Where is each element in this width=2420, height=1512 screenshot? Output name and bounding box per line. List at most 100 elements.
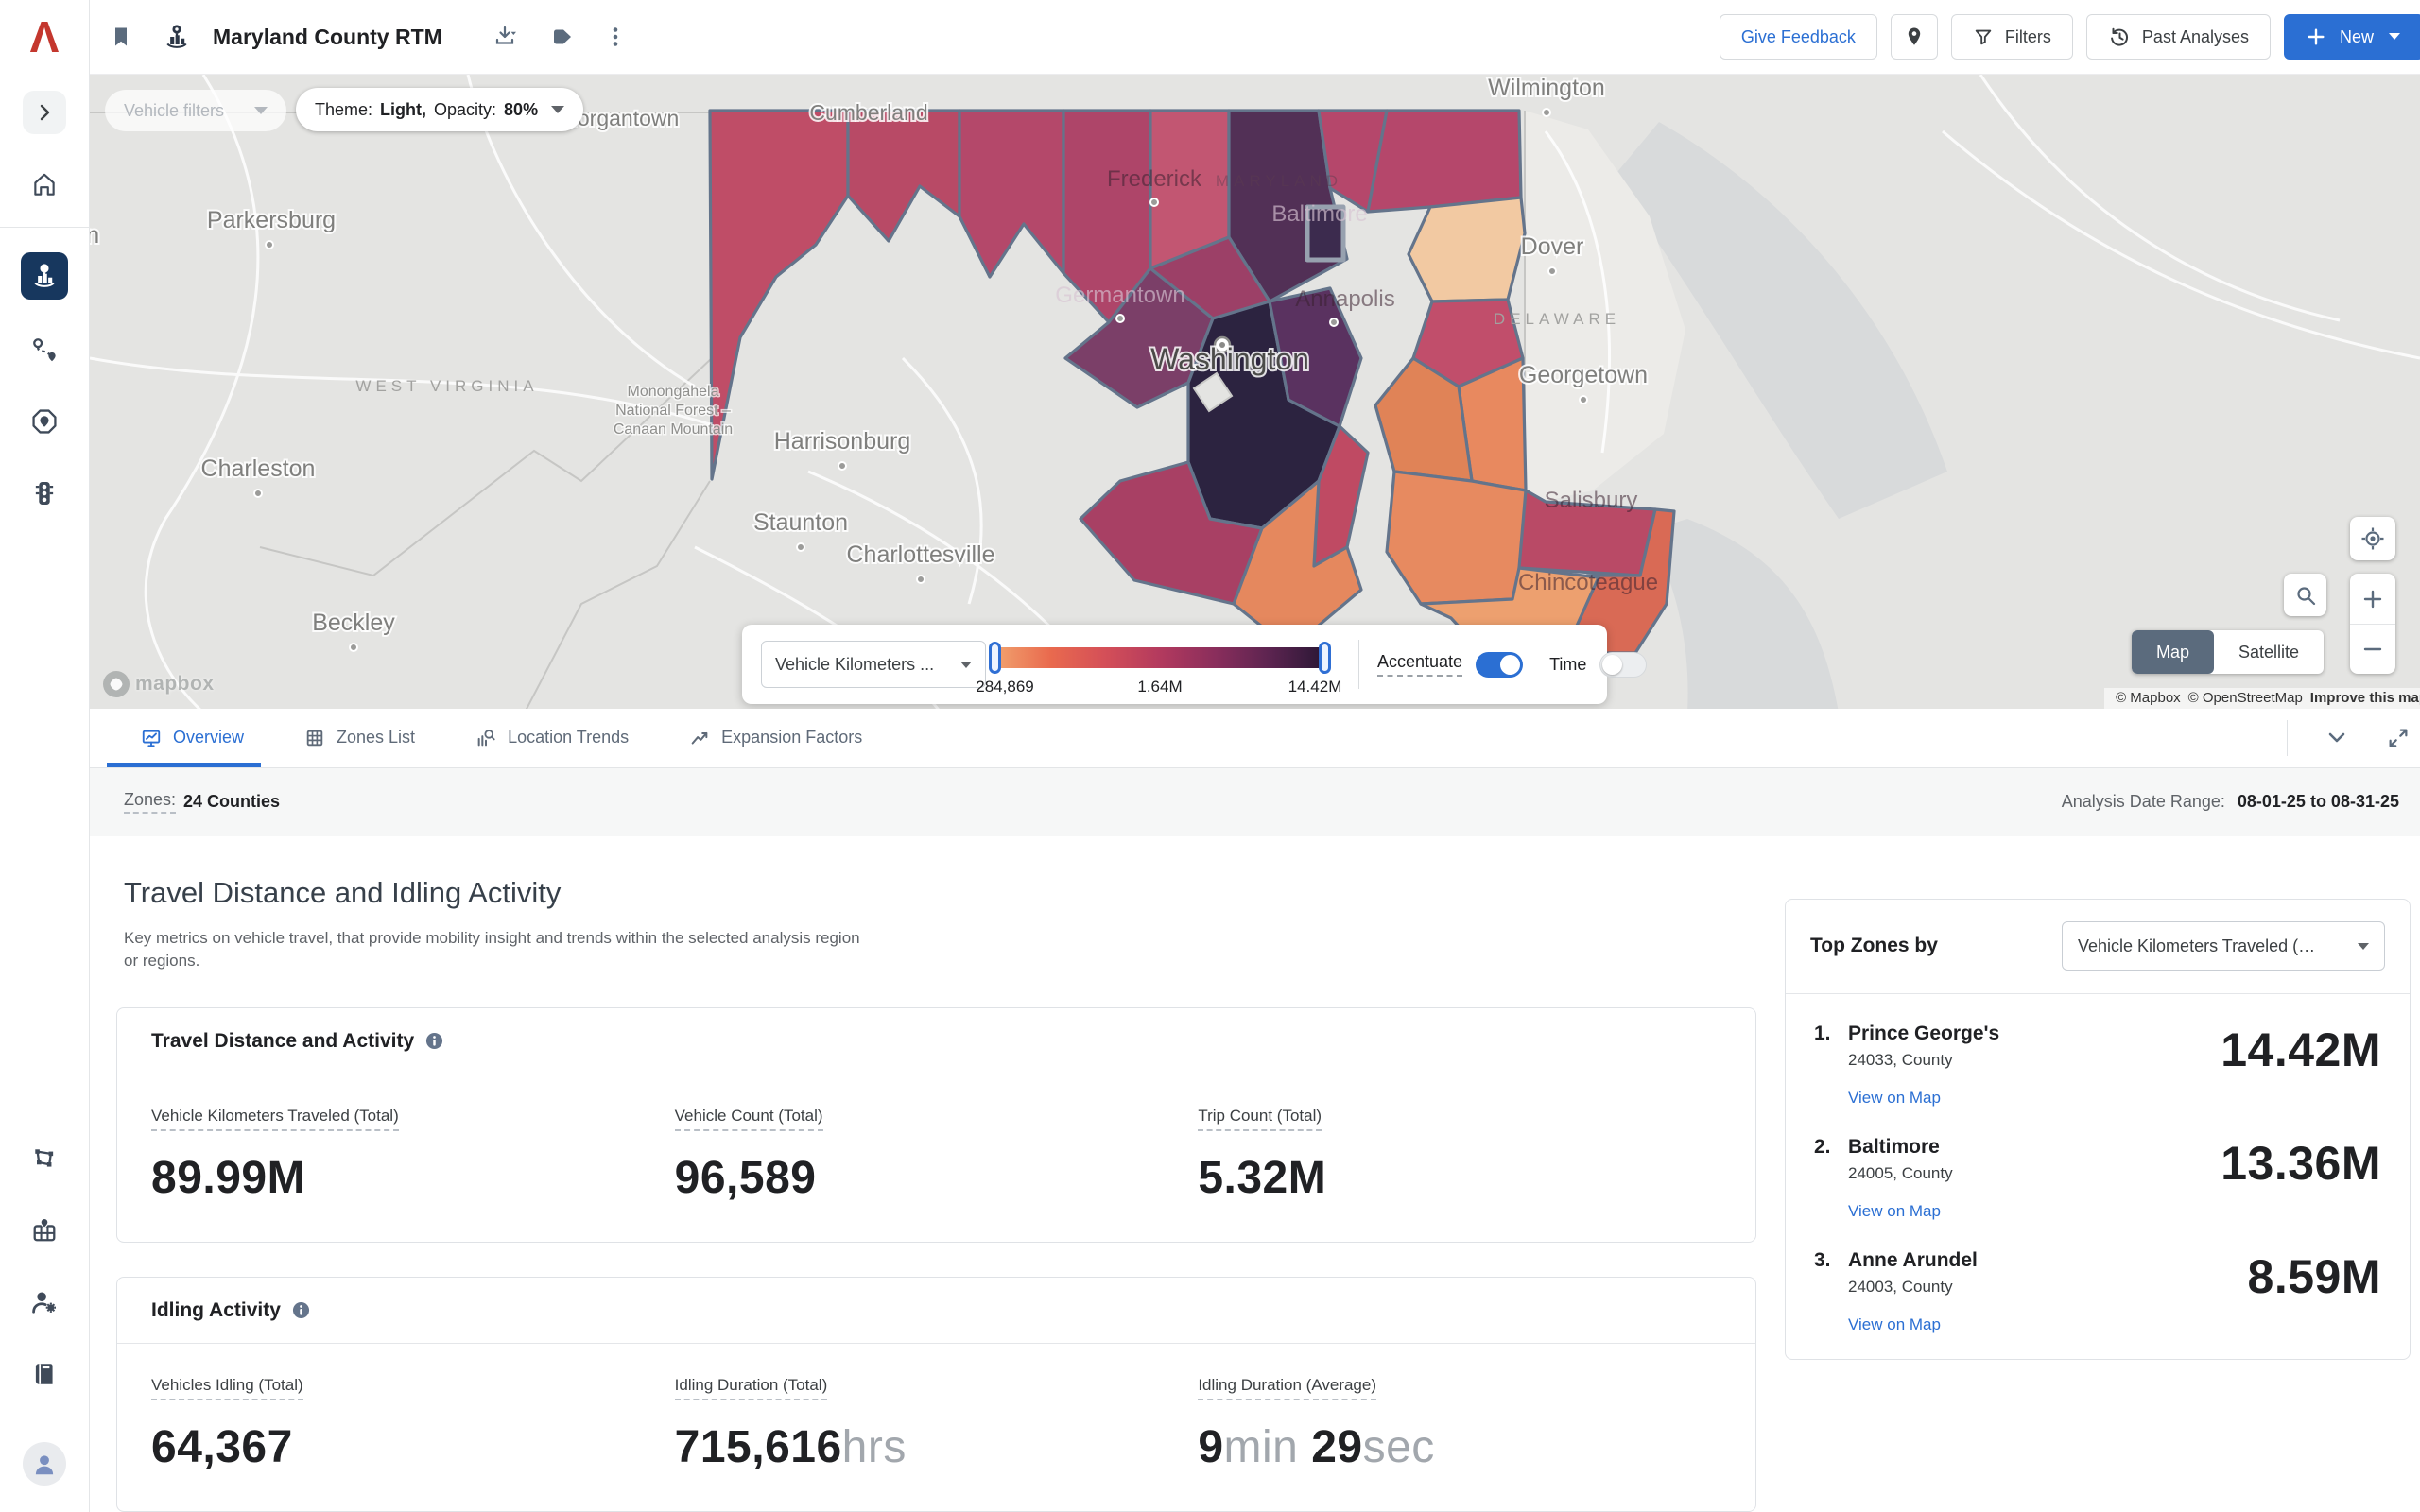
tab-location-trends[interactable]: Location Trends bbox=[458, 709, 646, 768]
metric-vehicle-count-label[interactable]: Vehicle Count (Total) bbox=[675, 1107, 823, 1131]
scale-max-label: 14.42M bbox=[1288, 678, 1342, 696]
info-icon[interactable] bbox=[292, 1301, 310, 1319]
svg-text:Parkersburg: Parkersburg bbox=[207, 207, 336, 233]
map-search-button[interactable] bbox=[2284, 574, 2326, 616]
metric-trip-count: Trip Count (Total) 5.32M bbox=[1198, 1107, 1721, 1204]
polygon-draw-icon bbox=[29, 1143, 60, 1174]
mapbox-attribution-link[interactable]: © Mapbox bbox=[2116, 690, 2181, 706]
zone-value: 13.36M bbox=[2221, 1136, 2381, 1221]
tab-overview[interactable]: Overview bbox=[124, 709, 261, 768]
user-avatar[interactable] bbox=[23, 1442, 66, 1486]
svg-text:Wilmington: Wilmington bbox=[1488, 75, 1605, 101]
fullscreen-button[interactable] bbox=[2386, 726, 2411, 750]
sidebar-item-routes[interactable] bbox=[23, 328, 66, 371]
tab-location-trends-label: Location Trends bbox=[508, 728, 629, 747]
book-icon bbox=[30, 1360, 59, 1388]
county-cecil[interactable] bbox=[1368, 111, 1521, 212]
map-canvas[interactable]: Wilmington Cumberland Morgantown Parkers… bbox=[90, 75, 2420, 708]
filters-button[interactable]: Filters bbox=[1951, 14, 2073, 60]
sidebar-item-map-zones[interactable] bbox=[23, 1209, 66, 1252]
left-sidebar: Λ bbox=[0, 0, 90, 1512]
sidebar-item-zones[interactable] bbox=[23, 1137, 66, 1180]
svg-text:Salisbury: Salisbury bbox=[1545, 488, 1638, 513]
county-kent[interactable] bbox=[1409, 198, 1525, 301]
top-zones-header: Top Zones by Vehicle Kilometers Traveled… bbox=[1786, 900, 2410, 994]
theme-opacity-dropdown[interactable]: Theme: Light, Opacity: 80% bbox=[296, 88, 583, 131]
accentuate-toggle[interactable] bbox=[1476, 652, 1523, 678]
sidebar-item-home[interactable] bbox=[23, 163, 66, 206]
svg-text:Washington: Washington bbox=[1150, 342, 1309, 376]
top-zones-metric-value: Vehicle Kilometers Traveled (… bbox=[2078, 936, 2315, 956]
map-style-satellite[interactable]: Satellite bbox=[2214, 630, 2324, 674]
past-analyses-button[interactable]: Past Analyses bbox=[2086, 14, 2271, 60]
scale-max-handle[interactable] bbox=[1319, 642, 1331, 674]
county-washington[interactable] bbox=[959, 111, 1063, 277]
mapbox-logo[interactable]: mapbox bbox=[103, 671, 215, 697]
zone-rank: 2. bbox=[1814, 1136, 1848, 1221]
scale-min-handle[interactable] bbox=[989, 642, 1001, 674]
top-zone-item-2: 2. Baltimore 24005, County View on Map 1… bbox=[1786, 1108, 2410, 1221]
metric-vkt-label[interactable]: Vehicle Kilometers Traveled (Total) bbox=[151, 1107, 399, 1131]
view-on-map-link[interactable]: View on Map bbox=[1848, 1202, 1953, 1221]
legend-metric-dropdown[interactable]: Vehicle Kilometers ... bbox=[761, 641, 986, 688]
svg-text:Charlottesville: Charlottesville bbox=[846, 541, 994, 568]
osm-attribution-link[interactable]: © OpenStreetMap bbox=[2188, 690, 2303, 706]
zoom-out-button[interactable] bbox=[2350, 625, 2395, 675]
map-style-map[interactable]: Map bbox=[2132, 630, 2214, 674]
sidebar-item-docs[interactable] bbox=[23, 1352, 66, 1396]
give-feedback-button[interactable]: Give Feedback bbox=[1720, 14, 1877, 60]
zoom-in-button[interactable] bbox=[2350, 574, 2395, 625]
section-title: Travel Distance and Idling Activity bbox=[124, 876, 1756, 910]
collapse-panel-button[interactable] bbox=[2324, 725, 2350, 751]
main-area: Maryland County RTM bbox=[90, 0, 2420, 1512]
bookmark-icon[interactable] bbox=[109, 25, 133, 49]
metric-idling-average-label[interactable]: Idling Duration (Average) bbox=[1198, 1376, 1376, 1400]
page-title: Maryland County RTM bbox=[213, 25, 442, 50]
info-icon[interactable] bbox=[425, 1032, 443, 1050]
top-zones-column: Top Zones by Vehicle Kilometers Traveled… bbox=[1785, 865, 2411, 1512]
metric-vehicles-idling: Vehicles Idling (Total) 64,367 bbox=[151, 1376, 675, 1473]
more-options-icon[interactable] bbox=[603, 25, 628, 49]
top-zones-metric-dropdown[interactable]: Vehicle Kilometers Traveled (… bbox=[2062, 921, 2385, 971]
svg-text:Germantown: Germantown bbox=[1055, 283, 1184, 308]
sidebar-expand-button[interactable] bbox=[23, 91, 66, 134]
new-analysis-button[interactable]: New bbox=[2284, 14, 2420, 60]
search-icon bbox=[2294, 584, 2317, 607]
geolocate-button[interactable] bbox=[2350, 517, 2395, 560]
svg-text:Harrisonburg: Harrisonburg bbox=[774, 428, 911, 455]
metric-trip-count-label[interactable]: Trip Count (Total) bbox=[1198, 1107, 1322, 1131]
metric-vehicles-idling-label[interactable]: Vehicles Idling (Total) bbox=[151, 1376, 303, 1400]
user-settings-icon bbox=[29, 1287, 60, 1317]
time-toggle[interactable] bbox=[1599, 652, 1647, 678]
improve-map-link[interactable]: Improve this map bbox=[2310, 690, 2420, 706]
sidebar-item-rtm-active[interactable] bbox=[21, 252, 68, 300]
tab-expansion-factors[interactable]: Expansion Factors bbox=[672, 709, 879, 768]
sidebar-item-traffic[interactable] bbox=[23, 472, 66, 515]
county-allegany[interactable] bbox=[848, 111, 959, 241]
download-button[interactable] bbox=[493, 24, 522, 50]
tag-icon[interactable] bbox=[550, 25, 575, 49]
mapbox-logo-text: mapbox bbox=[135, 673, 215, 696]
view-on-map-link[interactable]: View on Map bbox=[1848, 1089, 1999, 1108]
top-zones-title: Top Zones by bbox=[1810, 935, 1938, 957]
location-pin-button[interactable] bbox=[1891, 14, 1938, 60]
accentuate-label: Accentuate bbox=[1377, 652, 1462, 677]
top-zones-card: Top Zones by Vehicle Kilometers Traveled… bbox=[1785, 899, 2411, 1360]
zones-value: 24 Counties bbox=[183, 792, 280, 812]
metric-idling-duration-label[interactable]: Idling Duration (Total) bbox=[675, 1376, 828, 1400]
chevron-down-icon bbox=[254, 107, 268, 114]
date-range-label: Analysis Date Range: bbox=[2062, 792, 2225, 811]
travel-distance-card: Travel Distance and Activity Vehicle Kil… bbox=[116, 1007, 1756, 1243]
sidebar-item-stops[interactable] bbox=[23, 400, 66, 443]
plus-icon bbox=[2306, 26, 2326, 47]
sidebar-divider bbox=[0, 227, 89, 228]
chart-search-icon bbox=[475, 728, 496, 748]
sidebar-item-admin[interactable] bbox=[23, 1280, 66, 1324]
view-on-map-link[interactable]: View on Map bbox=[1848, 1315, 1978, 1334]
metric-vehicle-count-value: 96,589 bbox=[675, 1152, 1199, 1204]
vehicle-filters-dropdown[interactable]: Vehicle filters bbox=[105, 90, 286, 131]
svg-text:Cumberland: Cumberland bbox=[809, 100, 927, 125]
travel-card-title: Travel Distance and Activity bbox=[151, 1030, 414, 1053]
zone-code: 24033, County bbox=[1848, 1051, 1999, 1070]
tab-zones-list[interactable]: Zones List bbox=[287, 709, 432, 768]
